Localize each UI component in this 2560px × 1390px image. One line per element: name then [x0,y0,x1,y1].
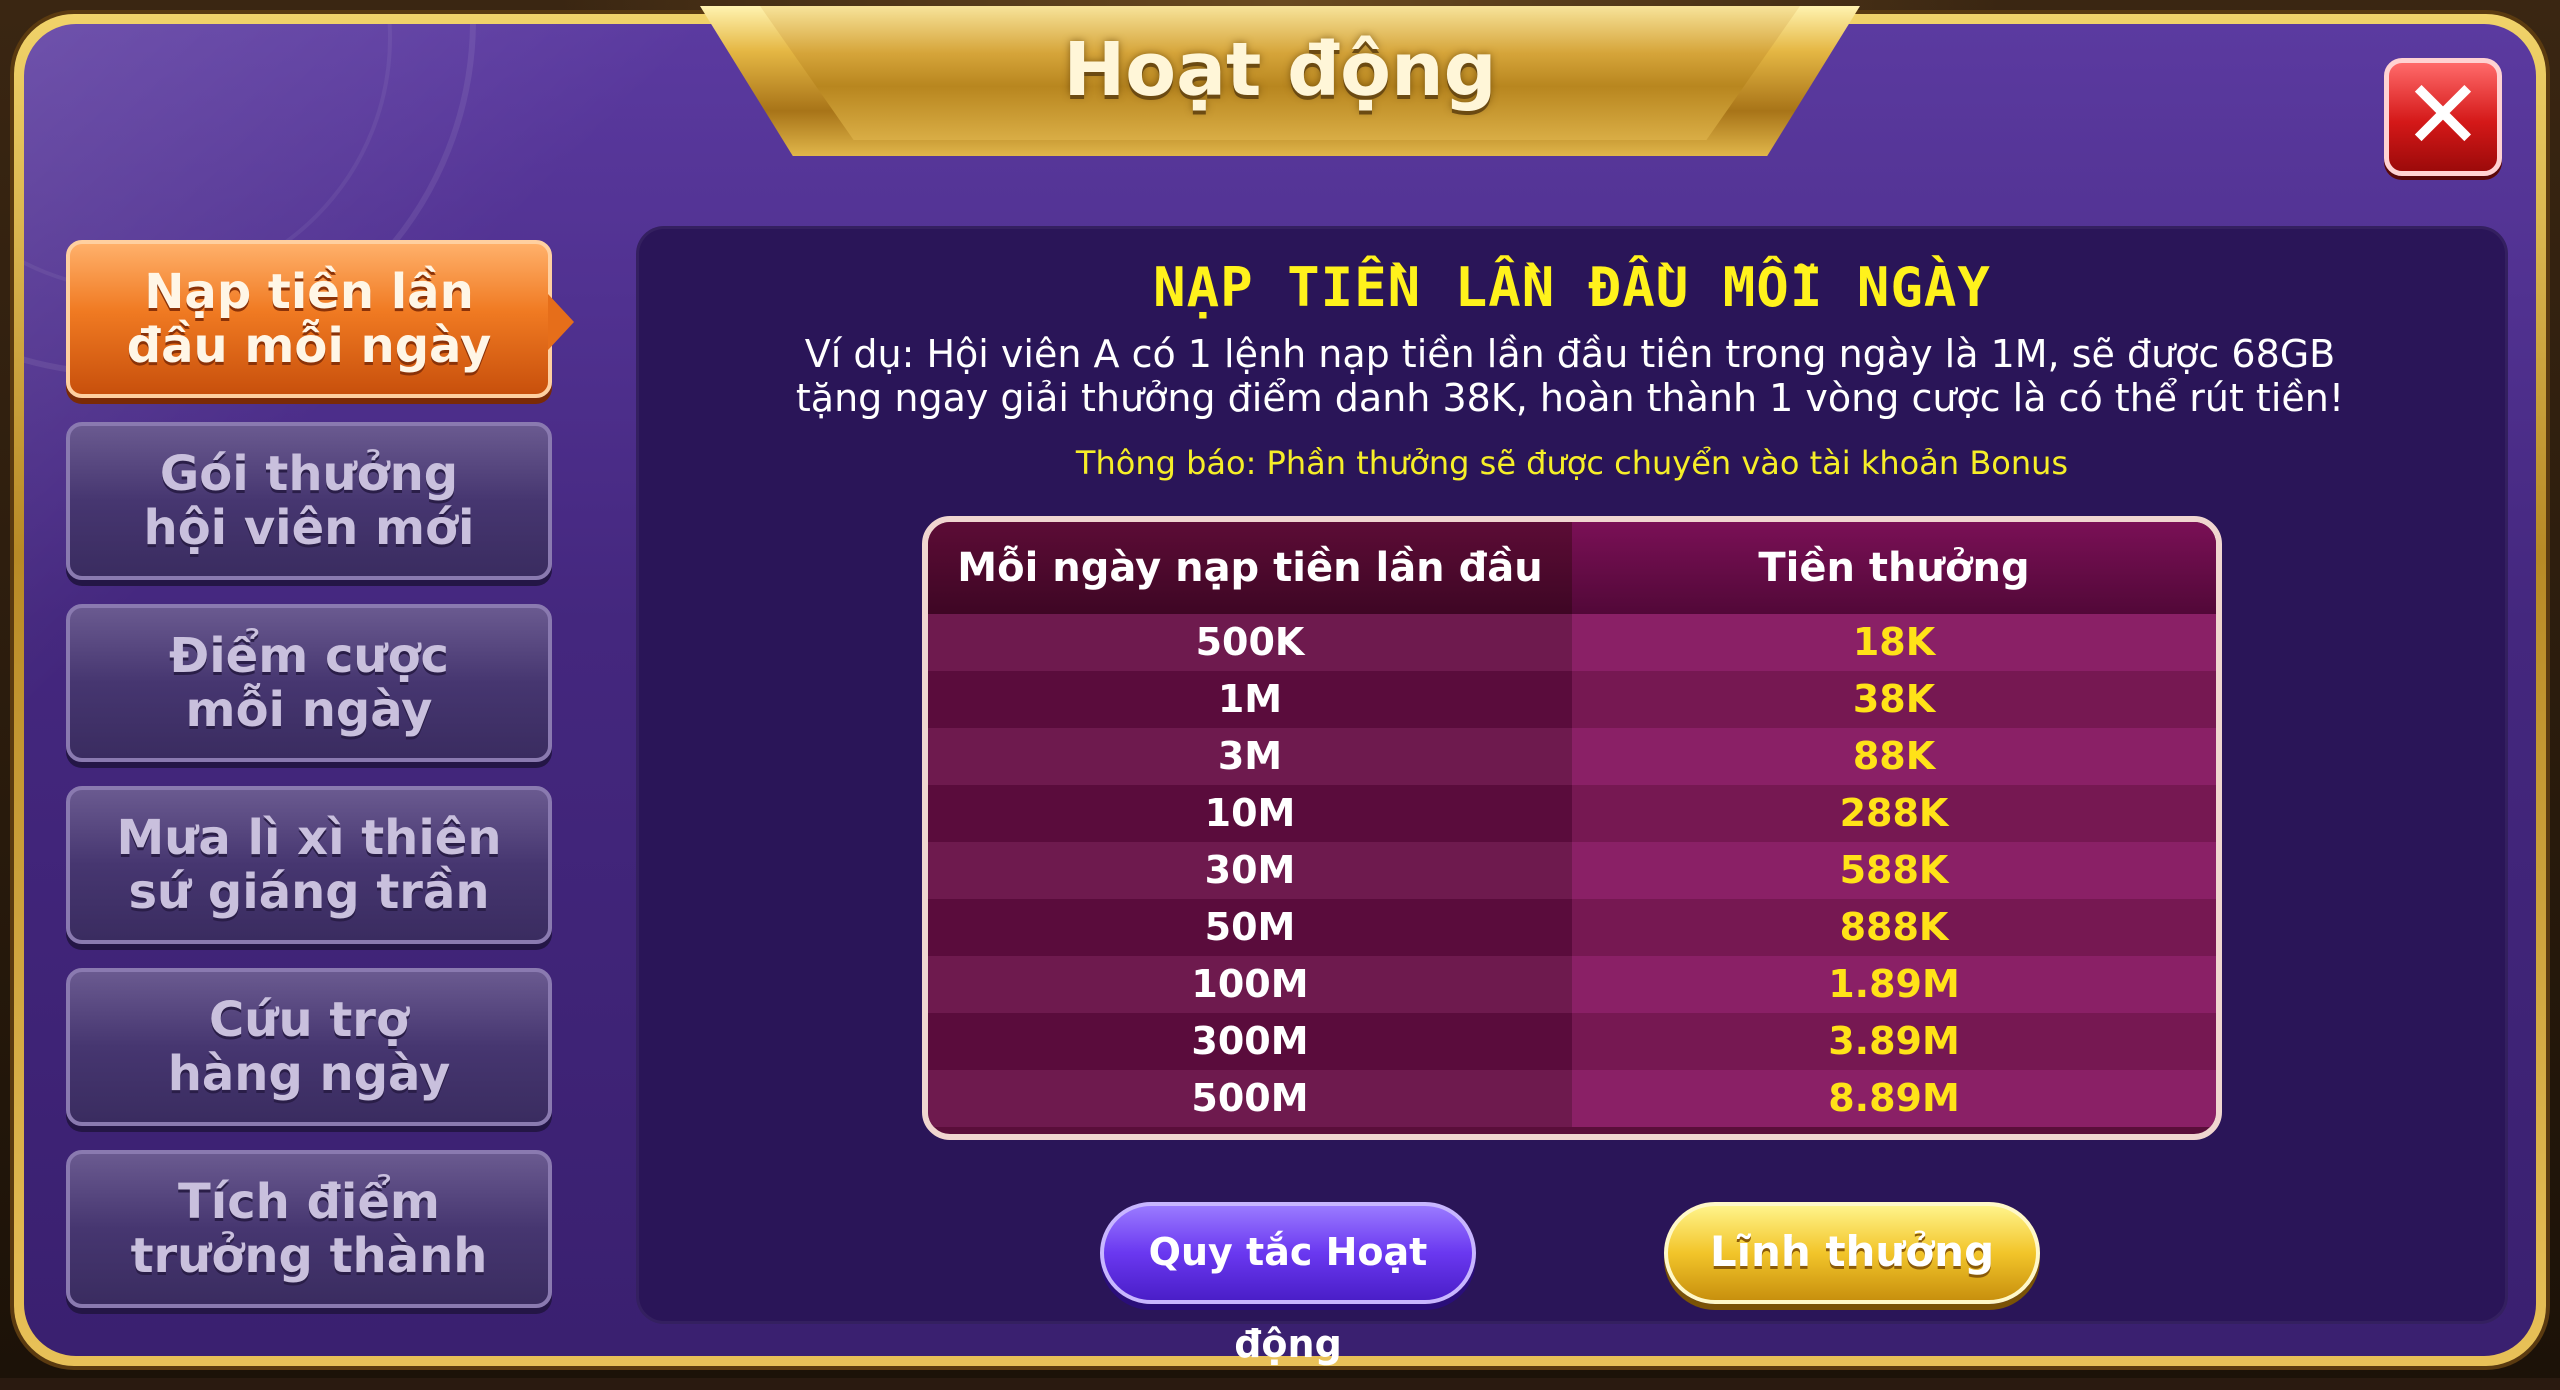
sidebar-item-daily-relief[interactable]: Cứu trợ hàng ngày [66,968,552,1126]
header-deposit: Mỗi ngày nạp tiền lần đầu [957,545,1543,591]
reward-cell: 88K [1572,728,2216,785]
sidebar-item-lucky-money-rain[interactable]: Mưa lì xì thiên sứ giáng trần [66,786,552,944]
reward-cell: 1.89M [1572,956,2216,1013]
reward-cell: 38K [1572,671,2216,728]
sidebar-item-label: Điểm cược mỗi ngày [168,628,449,738]
reward-cell: 18K [1572,614,2216,671]
table-row: 300M 3.89M [928,1013,2216,1070]
activity-rules-button[interactable]: Quy tắc Hoạt động [1100,1202,1476,1366]
sidebar-item-first-deposit[interactable]: Nạp tiền lần đầu mỗi ngày [66,240,574,398]
sidebar: Nạp tiền lần đầu mỗi ngày Gói thưởng hội… [66,240,574,1332]
table-header: Mỗi ngày nạp tiền lần đầu Tiền thưởng [928,522,2216,614]
deposit-cell: 3M [928,728,1572,785]
reward-cell: 888K [1572,899,2216,956]
sidebar-item-label: Mưa lì xì thiên sứ giáng trần [116,810,502,920]
sidebar-item-daily-bet-points[interactable]: Điểm cược mỗi ngày [66,604,552,762]
deposit-cell: 50M [928,899,1572,956]
promo-description: Ví dụ: Hội viên A có 1 lệnh nạp tiền lần… [780,332,2360,420]
sidebar-item-new-member-bonus[interactable]: Gói thưởng hội viên mới [66,422,552,580]
header-reward: Tiền thưởng [1572,522,2216,614]
table-row: 100M 1.89M [928,956,2216,1013]
close-icon: ✕ [2402,59,2484,171]
deposit-cell: 30M [928,842,1572,899]
table-row: 500K 18K [928,614,2216,671]
table-row: 3M 88K [928,728,2216,785]
sidebar-item-growth-points[interactable]: Tích điểm trưởng thành [66,1150,552,1308]
table-row: 10M 288K [928,785,2216,842]
reward-cell: 3.89M [1572,1013,2216,1070]
bonus-notice: Thông báo: Phần thưởng sẽ được chuyển và… [1075,444,2069,482]
claim-reward-button[interactable]: Lĩnh thưởng [1664,1202,2040,1304]
deposit-cell: 10M [928,785,1572,842]
table-row: 1M 38K [928,671,2216,728]
description-line: Ví dụ: Hội viên A có 1 lệnh nạp tiền lần… [804,332,2336,376]
sidebar-item-label: Tích điểm trưởng thành [130,1174,488,1284]
table-row: 30M 588K [928,842,2216,899]
deposit-cell: 1M [928,671,1572,728]
table-row: 50M 888K [928,899,2216,956]
table-row: 500M 8.89M [928,1070,2216,1127]
reward-cell: 8.89M [1572,1070,2216,1127]
reward-cell: 588K [1572,842,2216,899]
close-button[interactable]: ✕ [2384,58,2502,176]
reward-table: Mỗi ngày nạp tiền lần đầu Tiền thưởng 50… [922,516,2222,1140]
deposit-cell: 300M [928,1013,1572,1070]
dialog-title: Hoạt động [1063,27,1497,113]
description-line: tặng ngay giải thưởng điểm danh 38K, hoà… [795,376,2345,420]
reward-cell: 288K [1572,785,2216,842]
sidebar-item-label: Nạp tiền lần đầu mỗi ngày [126,264,492,374]
sidebar-item-label: Cứu trợ hàng ngày [167,992,451,1102]
deposit-cell: 500K [928,614,1572,671]
deposit-cell: 100M [928,956,1572,1013]
deposit-cell: 500M [928,1070,1572,1127]
section-heading: NẠP TIỀN LẦN ĐẦU MỖI NGÀY [1153,256,1991,319]
sidebar-item-label: Gói thưởng hội viên mới [143,446,475,556]
